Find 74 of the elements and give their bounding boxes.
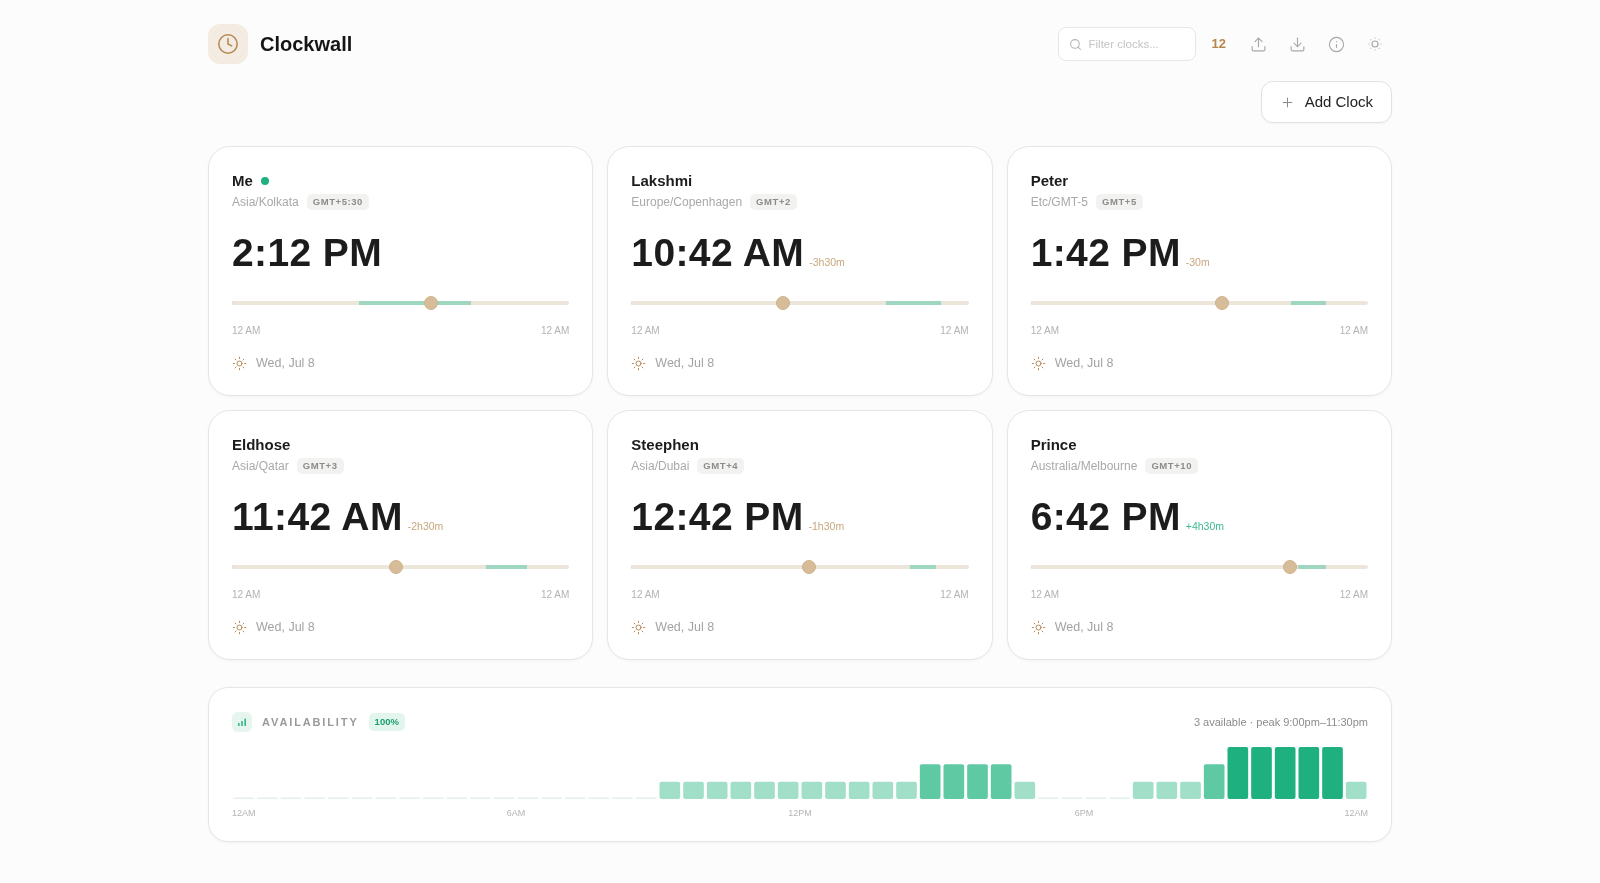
- clock-time: 12:42 PM: [631, 497, 804, 536]
- clock-time: 1:42 PM: [1030, 233, 1181, 272]
- track-end-label: 12 AM: [1339, 589, 1368, 601]
- clock-time: 10:42 AM: [631, 233, 805, 272]
- bar-chart-icon: [232, 712, 252, 732]
- availability-percent-badge: 100%: [368, 713, 405, 731]
- time-difference: +4h30m: [1185, 521, 1225, 532]
- track-end-label: 12 AM: [540, 325, 570, 337]
- track-start-label: 12 AM: [631, 325, 660, 337]
- person-name: Steephen: [631, 435, 699, 455]
- track-start-label: 12 AM: [232, 589, 261, 601]
- upload-icon: [1249, 35, 1267, 53]
- slider-thumb[interactable]: [1282, 560, 1297, 574]
- axis-label: 6PM: [1074, 808, 1094, 818]
- axis-label: 12PM: [788, 808, 812, 818]
- track-start-label: 12 AM: [232, 325, 261, 337]
- track-end-label: 12 AM: [1339, 325, 1368, 337]
- gmt-offset-badge: GMT+5: [1096, 194, 1143, 210]
- availability-title: AVAILABILITY: [262, 714, 359, 730]
- time-difference: -2h30m: [407, 521, 444, 532]
- slider-thumb[interactable]: [802, 560, 817, 574]
- day-track[interactable]: [232, 301, 570, 305]
- person-name: Lakshmi: [631, 171, 693, 191]
- date-label: Wed, Jul 8: [655, 355, 715, 372]
- clock-icon: [208, 24, 248, 64]
- gmt-offset-badge: GMT+2: [750, 194, 797, 210]
- date-label: Wed, Jul 8: [1054, 619, 1114, 636]
- gmt-offset-badge: GMT+10: [1145, 458, 1199, 474]
- date-label: Wed, Jul 8: [655, 619, 715, 636]
- person-name: Peter: [1030, 171, 1069, 191]
- timezone-name: Asia/Qatar: [232, 458, 289, 475]
- add-clock-button[interactable]: Add Clock: [1260, 81, 1392, 123]
- person-name: Eldhose: [232, 435, 291, 455]
- slider-thumb[interactable]: [423, 296, 438, 310]
- timezone-name: Asia/Kolkata: [232, 194, 299, 211]
- slider-thumb[interactable]: [388, 560, 403, 574]
- gmt-offset-badge: GMT+3: [296, 458, 344, 474]
- clock-time: 6:42 PM: [1030, 497, 1181, 536]
- track-end-label: 12 AM: [940, 589, 969, 601]
- axis-label: 12AM: [1344, 808, 1368, 818]
- slider-thumb[interactable]: [775, 296, 790, 310]
- time-difference: -30m: [1185, 257, 1210, 268]
- slider-thumb[interactable]: [1215, 296, 1230, 310]
- axis-label: 6AM: [506, 808, 526, 818]
- time-difference: -3h30m: [809, 257, 845, 268]
- track-start-label: 12 AM: [631, 589, 660, 601]
- track-end-label: 12 AM: [540, 589, 570, 601]
- track-end-label: 12 AM: [940, 325, 969, 337]
- info-icon: [1327, 35, 1345, 53]
- time-difference: -1h30m: [808, 521, 845, 532]
- search-icon: [1068, 37, 1082, 51]
- clock-count: 12: [1211, 35, 1226, 54]
- timezone-name: Etc/GMT-5: [1030, 194, 1088, 211]
- app-title: Clockwall: [260, 32, 353, 57]
- date-label: Wed, Jul 8: [1054, 355, 1114, 372]
- timezone-name: Australia/Melbourne: [1030, 458, 1138, 475]
- search-field[interactable]: Filter clocks...: [1057, 27, 1196, 61]
- gmt-offset-badge: GMT+4: [697, 458, 745, 474]
- availability-summary: 3 available · peak 9:00pm–11:30pm: [1193, 714, 1368, 730]
- track-start-label: 12 AM: [1030, 589, 1059, 601]
- date-label: Wed, Jul 8: [256, 355, 315, 372]
- clock-time: 11:42 AM: [232, 497, 403, 536]
- day-track[interactable]: [631, 565, 969, 569]
- gmt-offset-badge: GMT+5:30: [306, 194, 369, 210]
- date-label: Wed, Jul 8: [256, 619, 315, 636]
- track-start-label: 12 AM: [1030, 325, 1059, 337]
- timezone-name: Europe/Copenhagen: [631, 194, 743, 211]
- plus-icon: [1279, 94, 1295, 110]
- axis-label: 12AM: [232, 808, 256, 818]
- clock-time: 2:12 PM: [232, 233, 383, 272]
- person-name: Prince: [1030, 435, 1077, 455]
- download-icon: [1288, 35, 1306, 53]
- timezone-name: Asia/Dubai: [631, 458, 690, 475]
- person-name: Me: [232, 171, 253, 191]
